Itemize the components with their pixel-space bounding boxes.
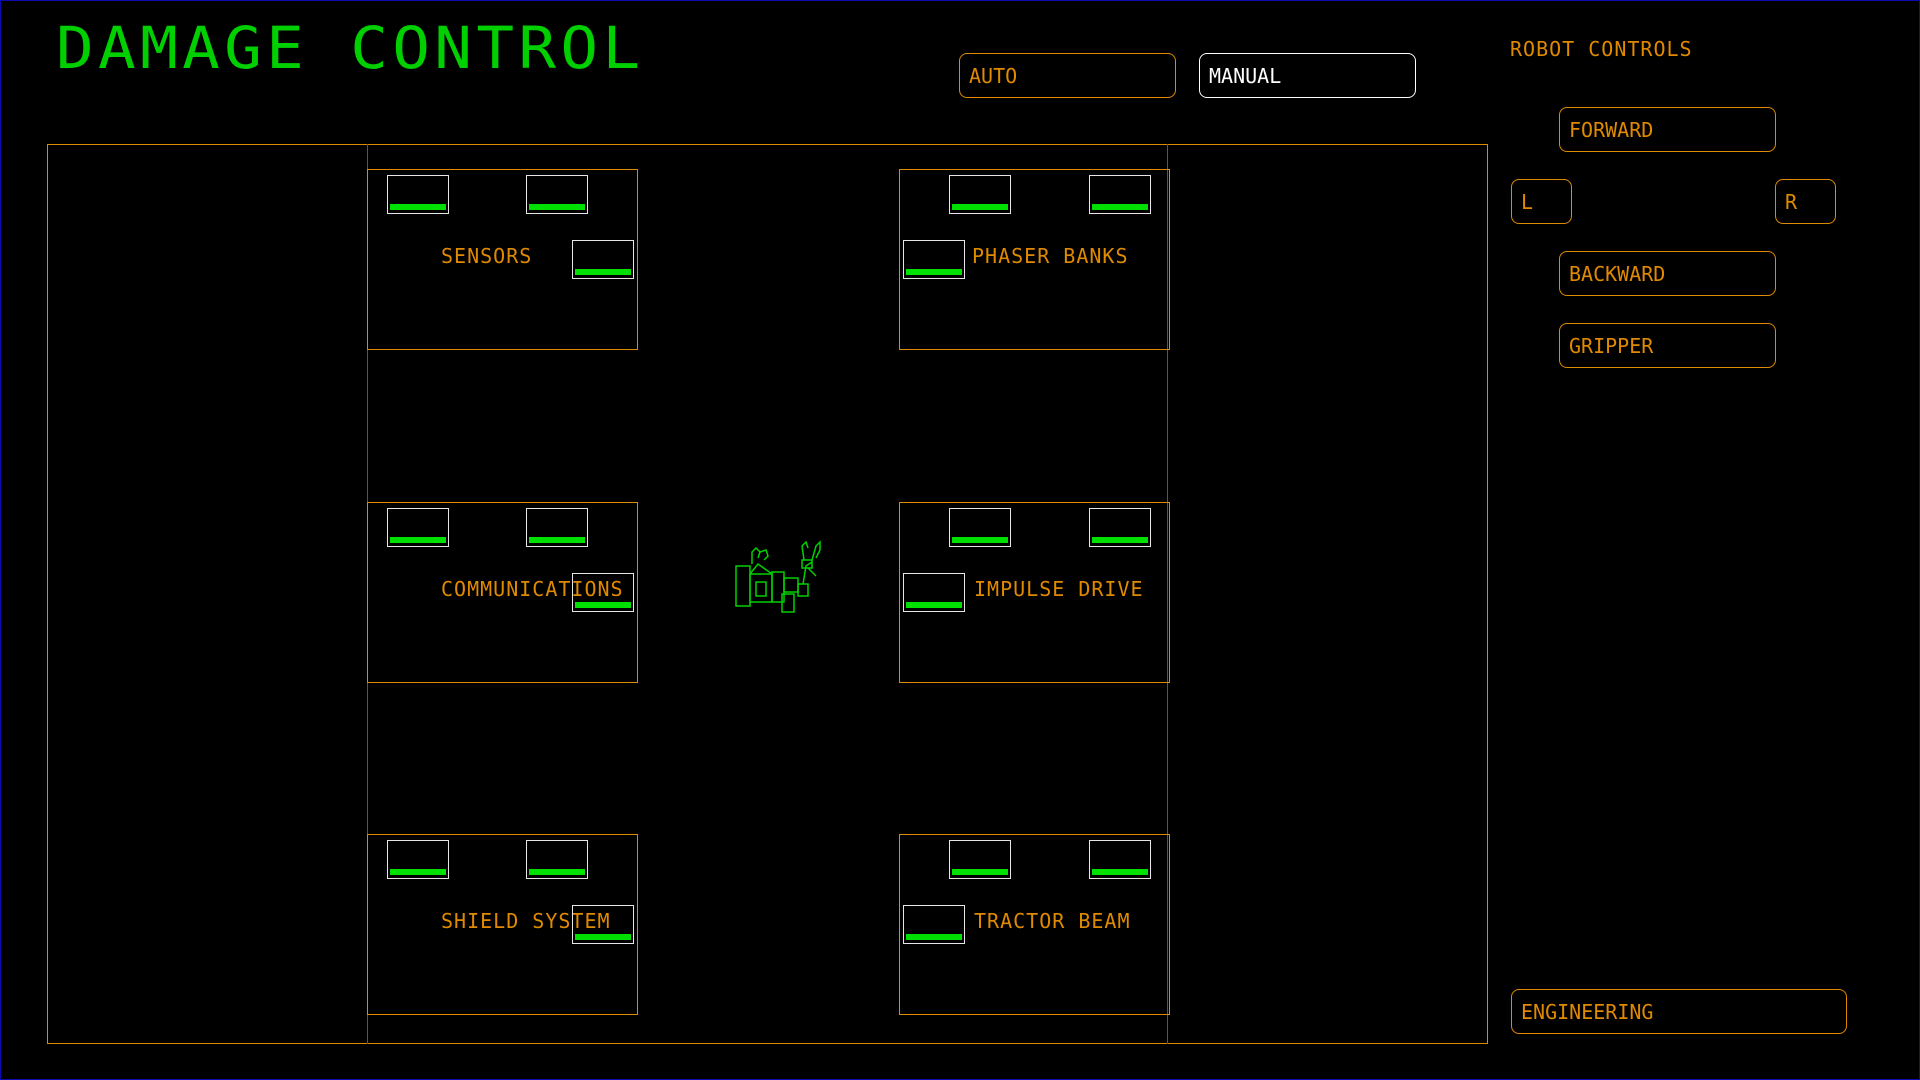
- component-module[interactable]: [949, 840, 1011, 879]
- component-module[interactable]: [903, 240, 965, 279]
- component-module[interactable]: [949, 175, 1011, 214]
- left-button[interactable]: L: [1511, 179, 1572, 224]
- component-module[interactable]: [1089, 175, 1151, 214]
- component-module[interactable]: [903, 573, 965, 612]
- page-title: DAMAGE CONTROL: [56, 14, 645, 82]
- robot-controls-heading: ROBOT CONTROLS: [1510, 37, 1693, 61]
- component-module[interactable]: [526, 508, 588, 547]
- component-module[interactable]: [949, 508, 1011, 547]
- component-module[interactable]: [572, 573, 634, 612]
- room-label-sensors: SENSORS: [441, 244, 533, 268]
- component-module[interactable]: [526, 175, 588, 214]
- component-module[interactable]: [387, 175, 449, 214]
- gripper-button[interactable]: GRIPPER: [1559, 323, 1776, 368]
- backward-button[interactable]: BACKWARD: [1559, 251, 1776, 296]
- component-module[interactable]: [526, 840, 588, 879]
- component-module[interactable]: [1089, 508, 1151, 547]
- component-module[interactable]: [1089, 840, 1151, 879]
- room-label-impulse-drive: IMPULSE DRIVE: [974, 577, 1144, 601]
- manual-button[interactable]: MANUAL: [1199, 53, 1416, 98]
- component-module[interactable]: [387, 508, 449, 547]
- component-module[interactable]: [572, 905, 634, 944]
- component-module[interactable]: [903, 905, 965, 944]
- auto-button[interactable]: AUTO: [959, 53, 1176, 98]
- right-button[interactable]: R: [1775, 179, 1836, 224]
- component-module[interactable]: [387, 840, 449, 879]
- engineering-button[interactable]: ENGINEERING: [1511, 989, 1847, 1034]
- room-label-phaser-banks: PHASER BANKS: [972, 244, 1129, 268]
- forward-button[interactable]: FORWARD: [1559, 107, 1776, 152]
- component-module[interactable]: [572, 240, 634, 279]
- room-label-tractor-beam: TRACTOR BEAM: [974, 909, 1131, 933]
- robot-arm-icon: [732, 538, 836, 616]
